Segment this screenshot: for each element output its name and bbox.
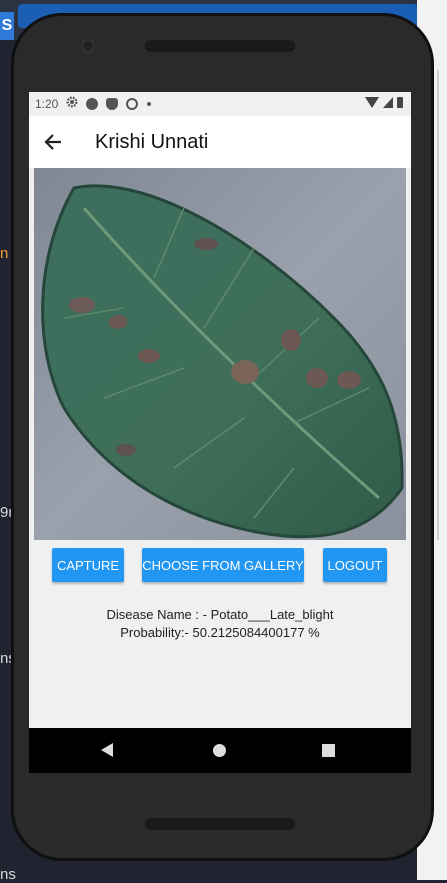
capture-button[interactable]: CAPTURE — [52, 548, 124, 582]
status-time: 1:20 — [35, 97, 59, 111]
a-icon — [86, 98, 99, 110]
phone-screen: 1:20 Krishi Unnati CAPTURE CHOOSE FROM G… — [29, 92, 411, 772]
dot-icon — [147, 102, 152, 106]
desktop-app-tab[interactable]: S — [0, 12, 14, 40]
cast-icon — [126, 98, 138, 110]
leaf-photo — [34, 168, 406, 540]
nav-recents-icon[interactable] — [322, 744, 335, 757]
shield-icon — [106, 98, 119, 110]
phone-frame: 1:20 Krishi Unnati CAPTURE CHOOSE FROM G… — [12, 14, 433, 860]
desktop-text-fragment: ns — [0, 866, 16, 883]
nav-back-icon[interactable] — [101, 743, 113, 757]
android-nav-bar — [29, 728, 411, 773]
page-title: Krishi Unnati — [95, 130, 209, 153]
status-right-icons — [365, 97, 403, 108]
top-speaker — [145, 40, 295, 52]
front-camera — [83, 41, 93, 51]
status-bar: 1:20 — [29, 92, 411, 116]
disease-name-text: Disease Name : - Potato___Late_blight — [106, 607, 334, 622]
wifi-icon — [365, 97, 379, 108]
gear-icon — [66, 95, 78, 113]
desktop-app-letter: S — [1, 17, 13, 34]
desktop-text-fragment: n — [0, 245, 9, 262]
choose-from-gallery-button[interactable]: CHOOSE FROM GALLERY — [142, 548, 304, 582]
signal-icon — [383, 97, 393, 108]
probability-text: Probability:- 50.2125084400177 % — [120, 625, 320, 640]
battery-icon — [397, 97, 403, 108]
desktop-scrollbar — [437, 70, 439, 540]
nav-home-icon[interactable] — [213, 744, 226, 757]
action-buttons: CAPTURE CHOOSE FROM GALLERY LOGOUT — [29, 548, 411, 582]
bottom-speaker — [145, 818, 295, 830]
logout-button[interactable]: LOGOUT — [323, 548, 387, 582]
arrow-left-icon[interactable] — [41, 130, 65, 154]
app-bar: Krishi Unnati — [29, 116, 411, 168]
